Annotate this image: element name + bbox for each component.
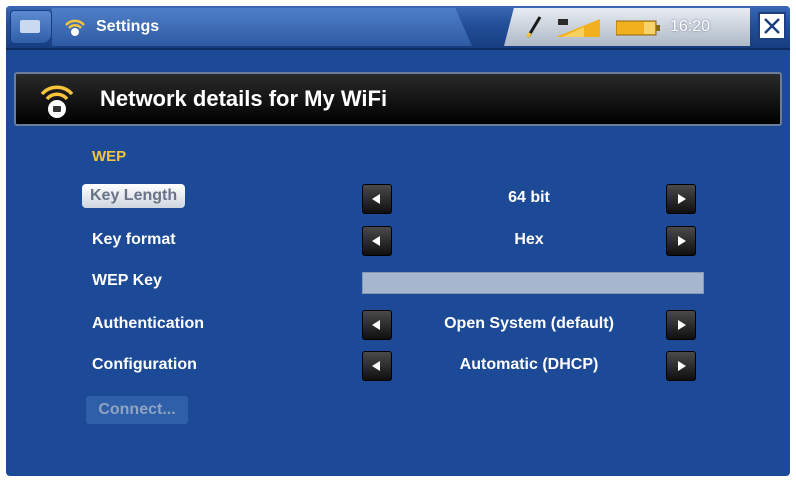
key-format-label: Key format xyxy=(92,231,176,248)
authentication-next-button[interactable] xyxy=(666,310,696,340)
settings-tab[interactable]: Settings xyxy=(52,8,472,46)
section-title-wep: WEP xyxy=(92,148,127,165)
arrow-right-icon xyxy=(678,236,686,246)
wifi-icon xyxy=(65,19,85,36)
configuration-label: Configuration xyxy=(92,356,197,373)
wep-key-field[interactable] xyxy=(362,272,704,294)
close-icon xyxy=(764,18,780,34)
authentication-value: Open System (default) xyxy=(444,315,614,332)
signal-icon xyxy=(556,19,600,37)
key-length-prev-button[interactable] xyxy=(362,184,392,214)
key-format-value: Hex xyxy=(514,231,544,248)
pen-icon xyxy=(526,16,542,38)
page-header: Network details for My WiFi xyxy=(14,72,782,126)
configuration-value: Automatic (DHCP) xyxy=(459,356,599,373)
connect-button[interactable]: Connect... xyxy=(86,396,188,424)
authentication-label: Authentication xyxy=(92,315,204,332)
arrow-right-icon xyxy=(678,320,686,330)
wep-key-label: WEP Key xyxy=(92,272,162,289)
wifi-icon xyxy=(40,85,74,118)
configuration-next-button[interactable] xyxy=(666,351,696,381)
page-title: Network details for My WiFi xyxy=(100,86,388,111)
configuration-prev-button[interactable] xyxy=(362,351,392,381)
screen: Settings 16:20 Network details for My Wi… xyxy=(6,6,790,476)
arrow-right-icon xyxy=(678,194,686,204)
battery-icon xyxy=(616,20,660,36)
close-button[interactable] xyxy=(758,12,786,40)
top-bar: Settings 16:20 xyxy=(6,6,790,50)
arrow-left-icon xyxy=(372,236,380,246)
home-button[interactable] xyxy=(10,10,52,44)
status-area: 16:20 xyxy=(504,8,750,46)
key-length-value: 64 bit xyxy=(508,189,550,206)
home-icon xyxy=(20,20,40,33)
clock: 16:20 xyxy=(670,18,711,35)
arrow-left-icon xyxy=(372,361,380,371)
key-length-label[interactable]: Key Length xyxy=(82,184,186,208)
arrow-left-icon xyxy=(372,194,380,204)
key-format-next-button[interactable] xyxy=(666,226,696,256)
key-length-next-button[interactable] xyxy=(666,184,696,214)
tab-title: Settings xyxy=(96,18,160,35)
arrow-right-icon xyxy=(678,361,686,371)
authentication-prev-button[interactable] xyxy=(362,310,392,340)
arrow-left-icon xyxy=(372,320,380,330)
key-format-prev-button[interactable] xyxy=(362,226,392,256)
